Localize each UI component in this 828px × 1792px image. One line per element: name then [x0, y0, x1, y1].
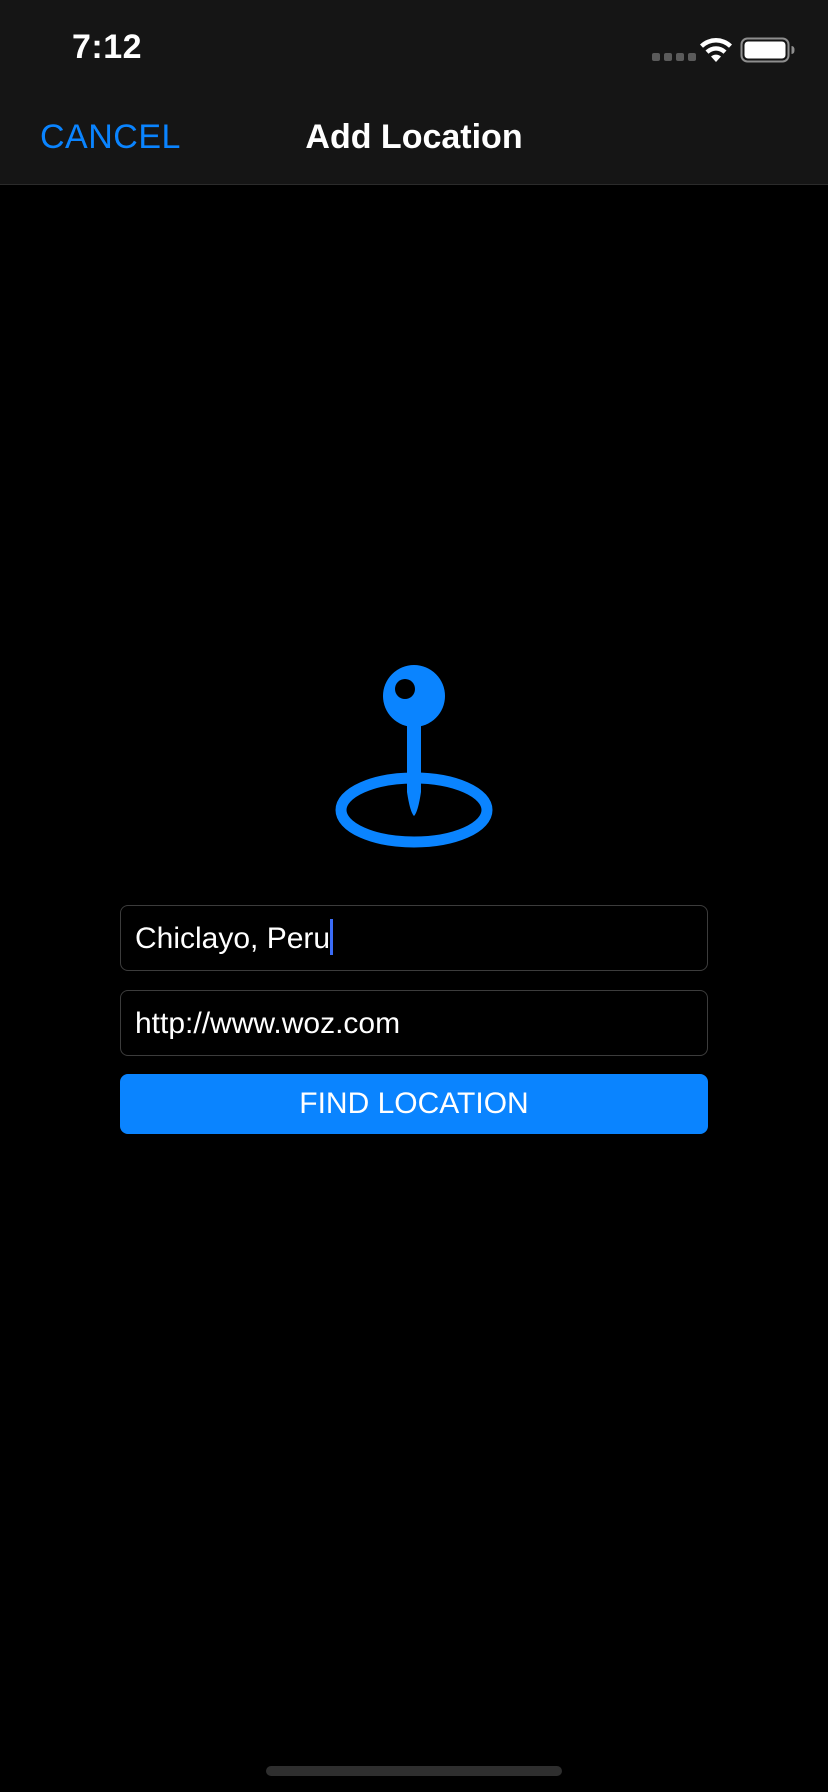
wifi-icon — [700, 38, 732, 62]
cellular-signal-icon — [652, 53, 696, 61]
add-location-screen: 7:12 CANCEL Add Location Chiclayo, Peru — [0, 0, 828, 1792]
location-pin-icon — [335, 665, 493, 848]
header: 7:12 CANCEL Add Location — [0, 0, 828, 185]
location-input-value: Chiclayo, Peru — [135, 922, 331, 955]
status-time: 7:12 — [72, 28, 143, 66]
text-cursor — [330, 919, 334, 956]
home-indicator[interactable] — [266, 1766, 562, 1776]
location-input[interactable]: Chiclayo, Peru — [120, 905, 708, 971]
page-title: Add Location — [305, 118, 523, 156]
url-input-value: http://www.woz.com — [135, 1007, 401, 1040]
battery-icon — [740, 37, 795, 63]
url-input[interactable]: http://www.woz.com — [120, 990, 708, 1056]
find-location-button[interactable]: FIND LOCATION — [120, 1074, 708, 1134]
